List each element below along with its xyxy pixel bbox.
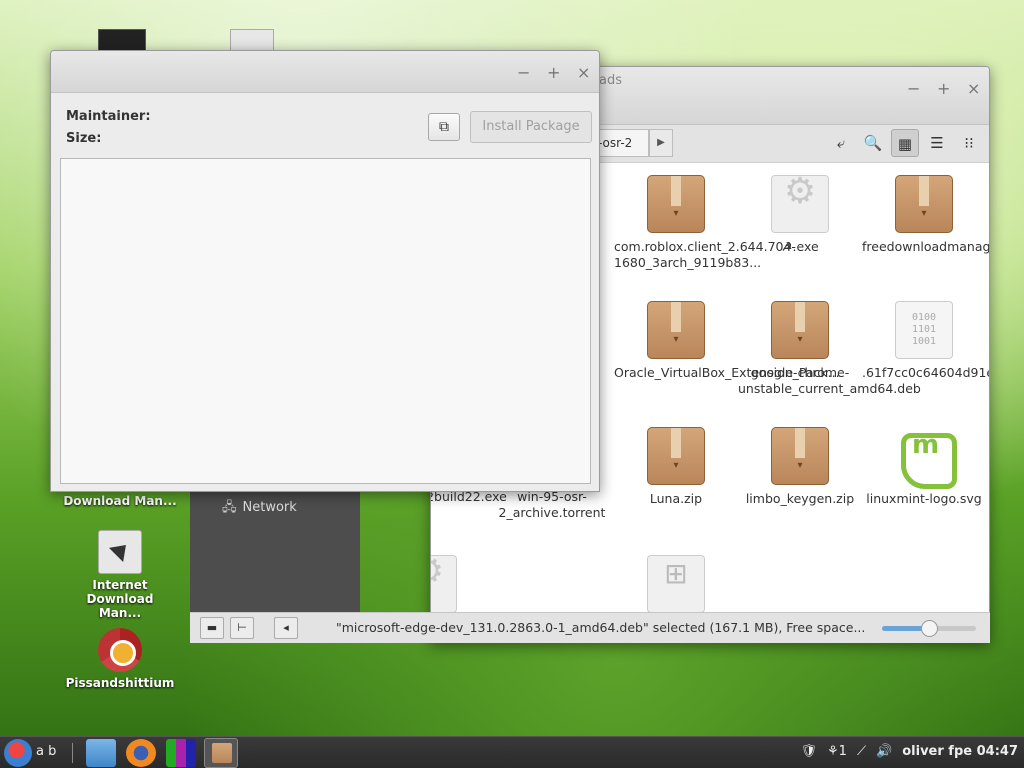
- package-details-textarea[interactable]: [60, 158, 591, 484]
- file-name: Oracle_VirtualBox_Extension_Pack...: [614, 365, 840, 380]
- file-item[interactable]: 010011011001 .61f7cc0c64604d91e84220662b…: [862, 301, 989, 381]
- package-icon: [647, 175, 705, 233]
- file-item[interactable]: [431, 555, 490, 613]
- package-installer-task-icon[interactable]: [204, 738, 238, 768]
- file-name: com.roblox.client_2.644.704-1680_3arch_9…: [614, 239, 796, 270]
- firefox-launcher-icon[interactable]: [126, 739, 156, 767]
- window-title: ads: [599, 73, 622, 88]
- file-item[interactable]: ☭.exe: [738, 175, 862, 255]
- minimize-button[interactable]: −: [907, 79, 920, 98]
- maximize-button[interactable]: +: [937, 79, 950, 98]
- file-item[interactable]: [614, 555, 738, 613]
- file-name: google-chrome-unstable_current_amd64.deb: [738, 365, 921, 396]
- file-item[interactable]: limbo_keygen.zip: [738, 427, 862, 507]
- file-name: limbo_keygen.zip: [745, 491, 855, 506]
- start-menu-icon[interactable]: [4, 739, 32, 767]
- window-controls: − + ×: [517, 63, 590, 82]
- breadcrumb-next-button[interactable]: ▶: [649, 129, 673, 157]
- desktop-icon-label: Download Man...: [63, 494, 177, 508]
- file-name: linuxmint-logo.svg: [866, 491, 982, 506]
- install-package-button[interactable]: Install Package: [470, 111, 592, 143]
- hide-sidebar-button[interactable]: ◂: [274, 617, 298, 639]
- desktop-icon-label: Pissandshittium: [65, 676, 175, 690]
- package-icon: [771, 427, 829, 485]
- tree-toggle-button[interactable]: ⊢: [230, 617, 254, 639]
- mint-icon: [895, 427, 957, 489]
- file-item[interactable]: freedownloadmanager.deb: [862, 175, 989, 255]
- places-toggle-button[interactable]: ▬: [200, 617, 224, 639]
- network-status-icon[interactable]: ⟋: [857, 744, 866, 759]
- desktop-icon-pissandshittium[interactable]: Pissandshittium: [60, 628, 180, 690]
- desktop-icon-download-manager[interactable]: Download Man...: [60, 494, 180, 508]
- maximize-button[interactable]: +: [547, 63, 560, 82]
- file-item[interactable]: com.roblox.client_2.644.704-1680_3arch_9…: [614, 175, 796, 271]
- minimize-button[interactable]: −: [517, 63, 530, 82]
- desktop-icon-label: Internet Download Man...: [86, 578, 154, 620]
- file-name: Luna.zip: [649, 491, 703, 506]
- file-item[interactable]: Oracle_VirtualBox_Extension_Pack...: [614, 301, 840, 381]
- file-name: .61f7cc0c64604d91e84220662b...: [862, 365, 989, 380]
- browser-icon: [98, 628, 142, 672]
- size-label: Size:: [66, 131, 102, 146]
- copy-button[interactable]: ⧉: [428, 113, 460, 141]
- exe-icon: [771, 175, 829, 233]
- file-item[interactable]: google-chrome-unstable_current_amd64.deb: [738, 301, 921, 397]
- close-button[interactable]: ×: [967, 79, 980, 98]
- window-controls: − + ×: [907, 79, 980, 98]
- game-launcher-icon[interactable]: [166, 739, 196, 767]
- open-terminal-icon[interactable]: ⤶: [827, 129, 855, 157]
- list-view-button[interactable]: ☰: [923, 129, 951, 157]
- zoom-slider-knob[interactable]: [921, 620, 938, 637]
- clock[interactable]: oliver fpe 04:47: [902, 744, 1018, 759]
- file-item[interactable]: win-95-osr-2_archive.torrent: [490, 489, 614, 521]
- status-text: "microsoft-edge-dev_131.0.2863.0-1_amd64…: [336, 620, 866, 635]
- volume-icon[interactable]: 🔊: [876, 744, 892, 759]
- package-icon: [647, 427, 705, 485]
- network-icon: 🖧: [222, 500, 237, 515]
- icon-view-button[interactable]: ▦: [891, 129, 919, 157]
- package-icon: [771, 301, 829, 359]
- desktop-monitor-icon[interactable]: [98, 29, 146, 51]
- copy-icon: ⧉: [439, 119, 449, 135]
- compact-view-button[interactable]: ⁝⁝: [955, 129, 983, 157]
- file-item[interactable]: linuxmint-logo.svg: [862, 427, 986, 507]
- notifications-icon[interactable]: ⚘1: [827, 744, 847, 759]
- file-name: win-95-osr-2_archive.torrent: [498, 489, 606, 520]
- package-icon: [895, 175, 953, 233]
- taskbar-separator: [72, 743, 73, 763]
- file-manager-sidebar: 🖧 Network: [190, 486, 360, 614]
- shield-icon[interactable]: 🛡: [800, 744, 817, 759]
- sidebar-item-network[interactable]: 🖧 Network: [222, 498, 297, 520]
- file-name: ☭.exe: [781, 239, 819, 254]
- binary-icon: 0100 1101 1001: [895, 301, 953, 359]
- desktop-shortcut-top-icon[interactable]: [230, 29, 274, 51]
- menu-label[interactable]: a b: [36, 744, 56, 759]
- taskbar: a b 🛡 ⚘1 ⟋ 🔊 oliver fpe 04:47: [0, 736, 1024, 768]
- search-icon[interactable]: 🔍: [859, 129, 887, 157]
- maintainer-label: Maintainer:: [66, 109, 151, 124]
- system-tray: 🛡 ⚘1 ⟋ 🔊 oliver fpe 04:47: [800, 744, 1018, 759]
- status-bar: ▬ ⊢ ◂ "microsoft-edge-dev_131.0.2863.0-1…: [190, 612, 990, 643]
- desktop-icon-internet-download-manager[interactable]: Internet Download Man...: [60, 530, 180, 620]
- close-button[interactable]: ×: [577, 63, 590, 82]
- package-icon: [647, 301, 705, 359]
- file-name: freedownloadmanager.deb: [862, 239, 989, 254]
- installer-titlebar[interactable]: − + ×: [51, 51, 599, 93]
- file-manager-launcher-icon[interactable]: [86, 739, 116, 767]
- zoom-slider[interactable]: [882, 620, 976, 637]
- package-installer-window: − + × Maintainer: Size: ⧉ Install Packag…: [50, 50, 600, 492]
- exe-icon: [431, 555, 457, 613]
- notification-count: 1: [838, 744, 847, 759]
- file-item[interactable]: Luna.zip: [614, 427, 738, 507]
- shortcut-icon: [98, 530, 142, 574]
- windows-file-icon: [647, 555, 705, 613]
